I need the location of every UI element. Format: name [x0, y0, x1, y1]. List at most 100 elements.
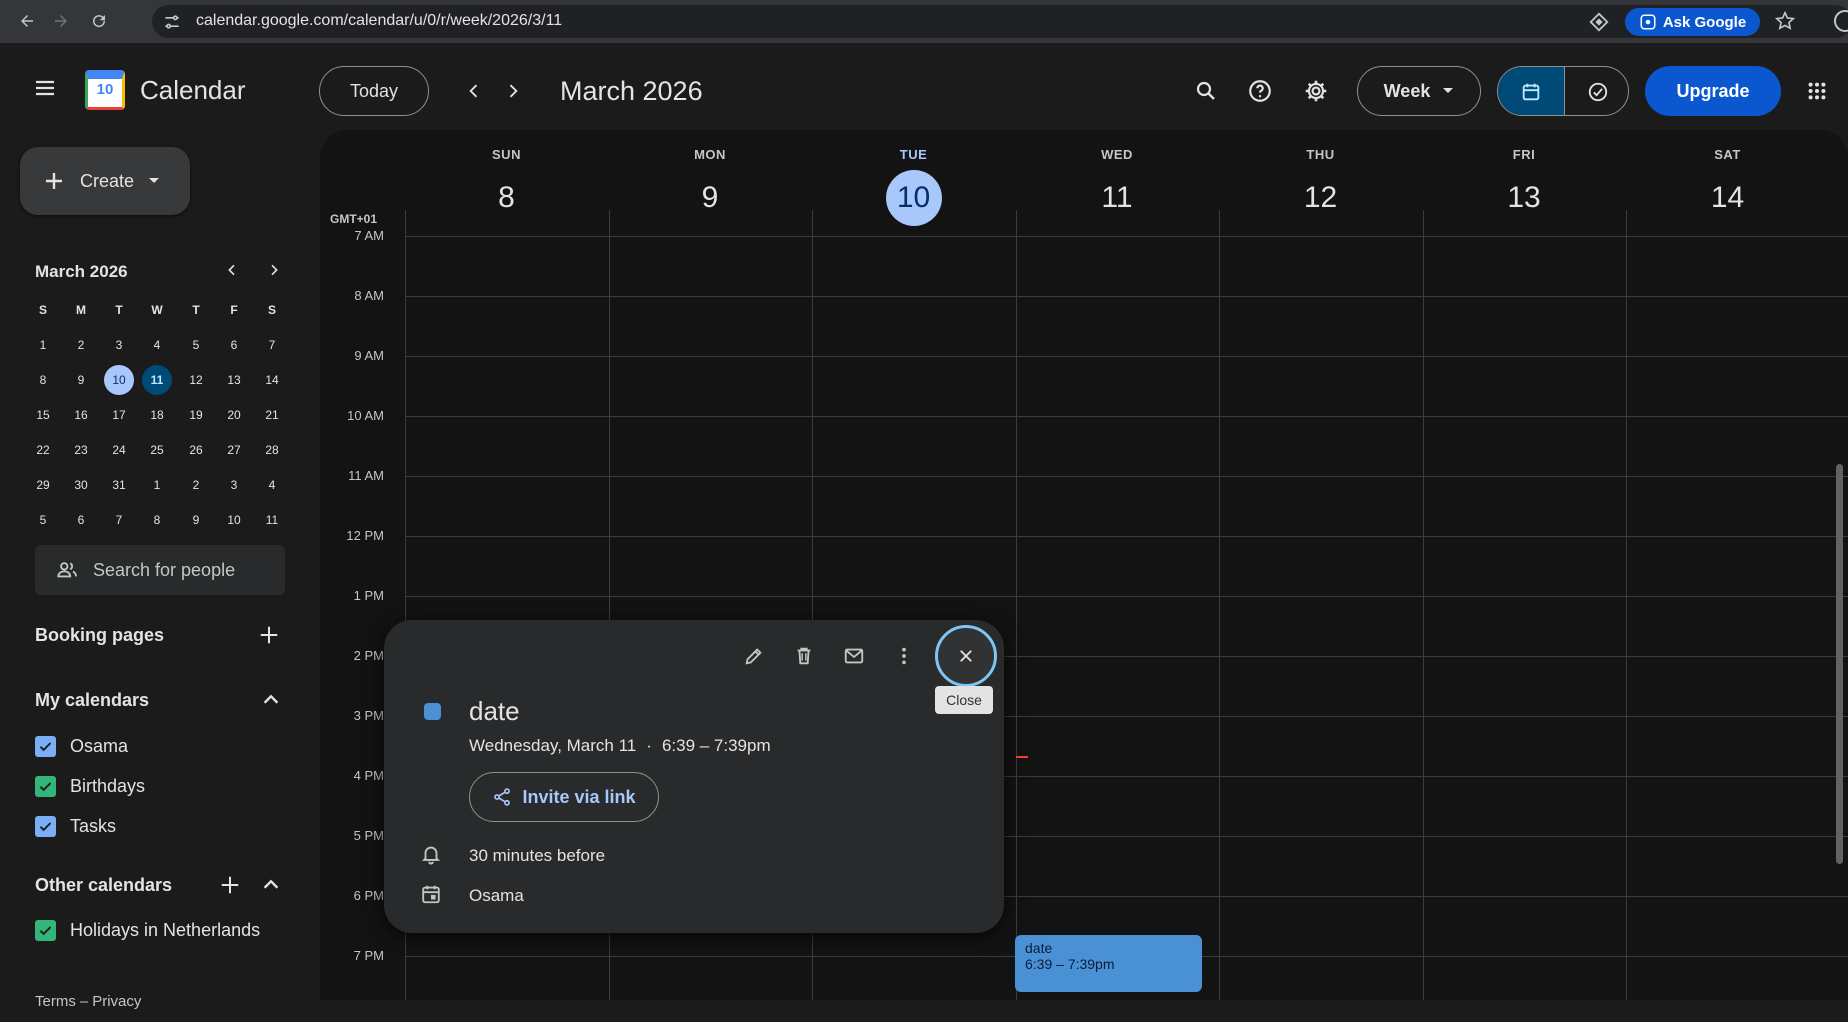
- invite-via-link-button[interactable]: Invite via link: [469, 772, 659, 822]
- main-menu-icon[interactable]: [25, 68, 65, 108]
- mini-day[interactable]: 26: [181, 435, 211, 465]
- search-people-field[interactable]: Search for people: [35, 545, 285, 595]
- edit-pencil-icon[interactable]: [736, 638, 772, 674]
- collapse-my-calendars-icon[interactable]: [260, 689, 282, 716]
- mini-day[interactable]: 8: [142, 505, 172, 535]
- mini-day[interactable]: 24: [104, 435, 134, 465]
- lens-icon[interactable]: [1588, 11, 1610, 33]
- mini-day[interactable]: 10: [219, 505, 249, 535]
- privacy-link[interactable]: Privacy: [92, 993, 141, 1010]
- calendar-item[interactable]: Birthdays: [35, 773, 145, 799]
- mini-day[interactable]: 12: [181, 365, 211, 395]
- day-number[interactable]: 12: [1293, 170, 1349, 226]
- tasks-view-toggle[interactable]: [1565, 67, 1628, 115]
- create-button[interactable]: Create: [20, 147, 190, 215]
- close-button[interactable]: [935, 625, 997, 687]
- collapse-other-calendars-icon[interactable]: [260, 874, 282, 901]
- day-header[interactable]: THU 12: [1219, 130, 1422, 230]
- mini-day[interactable]: 11: [142, 365, 172, 395]
- day-number[interactable]: 10: [885, 170, 942, 226]
- grid-scrollbar[interactable]: [1836, 464, 1843, 864]
- mini-day[interactable]: 2: [66, 330, 96, 360]
- next-week-icon[interactable]: [493, 71, 533, 111]
- mini-day[interactable]: 5: [28, 505, 58, 535]
- mini-day[interactable]: 6: [66, 505, 96, 535]
- calendar-logo[interactable]: 10: [85, 70, 125, 110]
- mini-day[interactable]: 19: [181, 400, 211, 430]
- mini-day[interactable]: 27: [219, 435, 249, 465]
- calendar-item[interactable]: Osama: [35, 733, 128, 759]
- booking-pages-heading[interactable]: Booking pages: [35, 625, 164, 646]
- today-button[interactable]: Today: [319, 66, 429, 116]
- settings-gear-icon[interactable]: [1296, 71, 1336, 111]
- mini-next-month-icon[interactable]: [266, 261, 282, 284]
- upgrade-button[interactable]: Upgrade: [1645, 66, 1781, 116]
- mini-day[interactable]: 13: [219, 365, 249, 395]
- day-number[interactable]: 14: [1700, 170, 1756, 226]
- mini-day[interactable]: 3: [104, 330, 134, 360]
- mini-prev-month-icon[interactable]: [224, 261, 240, 284]
- help-icon[interactable]: [1240, 71, 1280, 111]
- ask-google-button[interactable]: Ask Google: [1625, 8, 1760, 36]
- mini-day[interactable]: 6: [219, 330, 249, 360]
- day-header[interactable]: TUE 10: [812, 130, 1015, 230]
- mini-day[interactable]: 21: [257, 400, 287, 430]
- view-selector[interactable]: Week: [1357, 66, 1481, 116]
- mini-day[interactable]: 4: [142, 330, 172, 360]
- day-number[interactable]: 8: [479, 170, 535, 226]
- mini-day[interactable]: 8: [28, 365, 58, 395]
- mini-day[interactable]: 25: [142, 435, 172, 465]
- day-header[interactable]: MON 9: [609, 130, 812, 230]
- mini-day[interactable]: 29: [28, 470, 58, 500]
- day-header[interactable]: SAT 14: [1626, 130, 1829, 230]
- calendar-item[interactable]: Tasks: [35, 813, 116, 839]
- day-number[interactable]: 9: [682, 170, 738, 226]
- terms-link[interactable]: Terms: [35, 993, 76, 1010]
- back-icon[interactable]: [14, 8, 40, 34]
- star-icon[interactable]: [1774, 10, 1796, 37]
- checkbox[interactable]: [35, 775, 56, 797]
- day-header[interactable]: FRI 13: [1423, 130, 1626, 230]
- mini-day[interactable]: 17: [104, 400, 134, 430]
- mini-day[interactable]: 23: [66, 435, 96, 465]
- mini-day[interactable]: 14: [257, 365, 287, 395]
- site-info-icon[interactable]: [162, 12, 182, 32]
- checkbox[interactable]: [35, 919, 56, 941]
- mini-day[interactable]: 4: [257, 470, 287, 500]
- mini-day[interactable]: 28: [257, 435, 287, 465]
- checkbox[interactable]: [35, 735, 56, 757]
- reload-icon[interactable]: [86, 8, 112, 34]
- mini-day[interactable]: 9: [66, 365, 96, 395]
- delete-trash-icon[interactable]: [786, 638, 822, 674]
- mini-day[interactable]: 3: [219, 470, 249, 500]
- mini-day[interactable]: 16: [66, 400, 96, 430]
- url-text[interactable]: calendar.google.com/calendar/u/0/r/week/…: [196, 12, 562, 30]
- mini-day[interactable]: 18: [142, 400, 172, 430]
- previous-week-icon[interactable]: [454, 71, 494, 111]
- more-options-icon[interactable]: [886, 638, 922, 674]
- day-number[interactable]: 11: [1089, 170, 1145, 226]
- day-header[interactable]: SUN 8: [405, 130, 608, 230]
- other-calendars-heading[interactable]: Other calendars: [35, 875, 172, 896]
- mini-day[interactable]: 15: [28, 400, 58, 430]
- mini-day[interactable]: 30: [66, 470, 96, 500]
- email-guests-icon[interactable]: [836, 638, 872, 674]
- calendar-item[interactable]: Holidays in Netherlands: [35, 917, 260, 943]
- my-calendars-heading[interactable]: My calendars: [35, 690, 149, 711]
- checkbox[interactable]: [35, 815, 56, 837]
- add-booking-page-icon[interactable]: [258, 624, 280, 651]
- mini-day[interactable]: 20: [219, 400, 249, 430]
- event-chip[interactable]: date 6:39 – 7:39pm: [1015, 935, 1202, 992]
- calendar-view-toggle[interactable]: [1498, 67, 1564, 115]
- mini-day[interactable]: 10: [104, 365, 134, 395]
- mini-day[interactable]: 11: [257, 505, 287, 535]
- forward-icon[interactable]: [48, 8, 74, 34]
- day-header[interactable]: WED 11: [1016, 130, 1219, 230]
- mini-day[interactable]: 1: [28, 330, 58, 360]
- mini-day[interactable]: 5: [181, 330, 211, 360]
- add-other-calendar-icon[interactable]: [219, 874, 241, 901]
- mini-day[interactable]: 9: [181, 505, 211, 535]
- mini-day[interactable]: 22: [28, 435, 58, 465]
- mini-day[interactable]: 31: [104, 470, 134, 500]
- day-number[interactable]: 13: [1496, 170, 1552, 226]
